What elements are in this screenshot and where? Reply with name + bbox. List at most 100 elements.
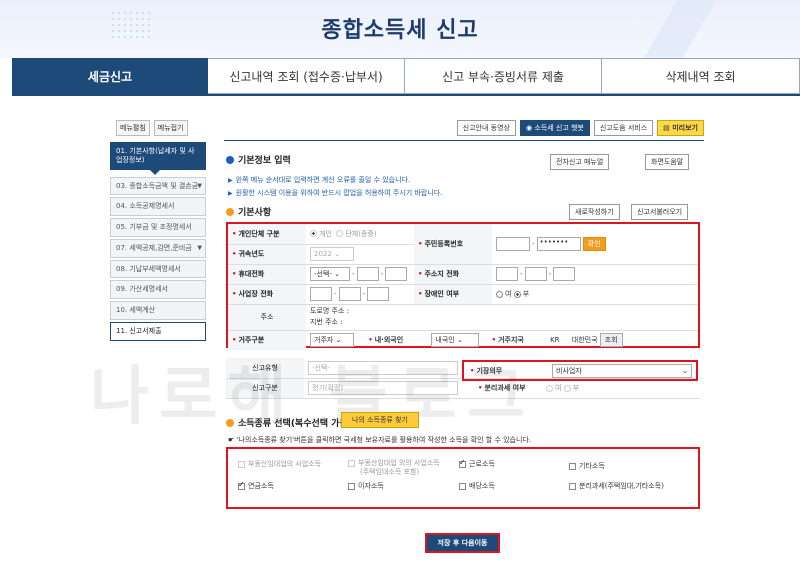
label-home-phone: 주소지 전화: [424, 270, 460, 278]
home-phone-3-input[interactable]: [553, 267, 576, 281]
document-icon: ▤: [663, 124, 673, 132]
country-name: 대한민국: [571, 336, 598, 345]
biz-phone-1-input[interactable]: [310, 287, 332, 301]
sidebar-item-label: 03. 종합소득금액 및 결손금: [116, 181, 199, 190]
tab-tax-report[interactable]: 세금신고: [12, 58, 208, 94]
income-interest[interactable]: 이자소득: [348, 481, 384, 491]
checkbox[interactable]: [348, 482, 355, 490]
home-phone-1-input[interactable]: [496, 267, 518, 281]
checkbox-checked[interactable]: [459, 458, 466, 468]
find-income-button[interactable]: 나의 소득종류 찾기: [341, 412, 419, 428]
label-sep-no: 부: [572, 384, 580, 392]
screen-help-button[interactable]: 화면도움말: [645, 154, 690, 170]
label-yes: 여: [505, 290, 512, 298]
sidebar-item-prepaid[interactable]: 08. 기납부세액명세서: [110, 259, 206, 279]
section-title: 소득종류 선택(복수선택 가능): [238, 419, 352, 429]
radio-disabled-no[interactable]: [513, 290, 521, 298]
income-pension[interactable]: 연금소득: [238, 480, 274, 491]
income-rental[interactable]: 부동산임대업의 사업소득: [238, 459, 321, 469]
income-wage[interactable]: 근로소득: [459, 458, 495, 469]
tab-attachments[interactable]: 신고 부속·증빙서류 제출: [405, 58, 602, 94]
road-address: 도로명 주소 :: [310, 307, 350, 315]
label-disabled: 장애인 여부: [424, 290, 460, 298]
guide-video-button[interactable]: 신고안내 동영상: [456, 120, 516, 136]
chevron-down-icon: ⌄: [335, 336, 342, 345]
save-next-button[interactable]: 저장 후 다음이동: [425, 533, 500, 553]
sidebar-item-label: 07. 세액공제,감면,준비금: [116, 243, 192, 252]
preview-button[interactable]: ▤ 미리보기: [657, 120, 704, 136]
notice-2: ▶ 원활한 시스템 이용을 위하여 반드시 팝업을 허용하여 주시기 바랍니다.: [228, 188, 442, 198]
biz-phone-3-input[interactable]: [367, 287, 390, 301]
mobile-prefix-select[interactable]: -선택- ⌄: [310, 267, 350, 281]
income-label: 배당소득: [469, 482, 495, 490]
income-label: 부동산임대업의 사업소득: [248, 460, 322, 468]
sidebar-item-label: 08. 기납부세액명세서: [116, 264, 181, 273]
country-lookup-button[interactable]: 조회: [599, 333, 623, 348]
tab-report-history[interactable]: 신고내역 조회 (접수증·납부서): [208, 58, 405, 94]
income-sublabel: (주택임대소득 포함): [360, 468, 420, 476]
radio-group[interactable]: [336, 230, 344, 238]
rrn-first-input[interactable]: [496, 236, 530, 251]
sidebar-item-income[interactable]: 03. 종합소득금액 및 결손금 ▼: [110, 176, 206, 196]
mobile-last-input[interactable]: [385, 267, 408, 281]
radio-individual[interactable]: [310, 230, 317, 238]
sidebar-item-penalty[interactable]: 09. 가산세명세서: [110, 280, 206, 299]
menu-collapse-button[interactable]: 메뉴접기: [153, 120, 188, 136]
tab-underline: [12, 94, 800, 96]
bullet-icon: [226, 155, 234, 164]
bookkeeping-select[interactable]: 비사업자 ⌄: [552, 364, 692, 378]
notice-1: ▶ 왼쪽 메뉴 순서대로 입력하면 계산 오류를 줄일 수 있습니다.: [228, 175, 410, 185]
income-separate[interactable]: 분리과세(주택임대,기타소득): [569, 481, 664, 491]
label-sep-yes: 여: [555, 384, 562, 392]
new-write-button[interactable]: 새로작성하기: [569, 204, 620, 220]
label-address: 주소: [260, 313, 274, 321]
sidebar-item-credit[interactable]: 07. 세액공제,감면,준비금 ▼: [110, 238, 206, 258]
income-note: ☛ '나의소득종류 찾기'버튼을 클릭하면 국세청 보유자료를 활용하여 작성한…: [228, 435, 531, 445]
label-country: 거주지국: [498, 336, 524, 345]
radio-disabled-yes[interactable]: [496, 290, 503, 298]
bullet-icon: [226, 207, 234, 216]
nationality-value: 내국인: [435, 336, 455, 345]
checkbox[interactable]: [348, 459, 355, 467]
sidebar-item-label: 09. 가산세명세서: [116, 285, 168, 294]
checkbox[interactable]: [459, 482, 466, 490]
checkbox[interactable]: [569, 482, 576, 490]
income-label: 분리과세(주택임대,기타소득): [579, 482, 664, 490]
lot-address: 지번 주소 :: [310, 318, 343, 326]
section-title: 기본정보 입력: [238, 156, 291, 166]
bookkeeping-value: 비사업자: [556, 367, 582, 375]
header-banner: 종합소득세 신고: [0, 0, 800, 58]
tab-deleted-history[interactable]: 삭제내역 조회: [602, 58, 800, 94]
radio-separate-no[interactable]: [563, 384, 571, 392]
help-service-button[interactable]: 신고도움 서비스: [593, 120, 654, 136]
year-value: 2022: [314, 250, 332, 258]
biz-phone-2-input[interactable]: [338, 287, 361, 301]
label-person-type: 개인단체 구분: [238, 229, 280, 238]
sidebar-pointer-icon: [150, 169, 160, 175]
income-dividend[interactable]: 배당소득: [459, 481, 495, 491]
home-phone-2-input[interactable]: [524, 267, 547, 281]
income-label: 부동산임대업 외의 사업소득: [358, 459, 440, 467]
sidebar-item-basic[interactable]: 01. 기본사항(납세자 및 사업장정보): [110, 142, 206, 170]
income-other[interactable]: 기타소득: [569, 461, 605, 471]
income-label: 이자소득: [358, 482, 384, 490]
chatbot-button[interactable]: ◉ 소득세 신고 챗봇: [519, 120, 590, 136]
checkbox[interactable]: [569, 462, 576, 470]
income-business[interactable]: 부동산임대업 외의 사업소득 (주택임대소득 포함): [348, 459, 440, 477]
sidebar-item-deduction[interactable]: 04. 소득공제명세서: [110, 197, 206, 216]
sidebar-item-submit[interactable]: 11. 신고서제출: [110, 321, 206, 341]
rrn-second-input[interactable]: •••••••: [536, 236, 581, 251]
load-report-button[interactable]: 신고서불러오기: [631, 204, 689, 220]
sidebar-item-tax-calc[interactable]: 10. 세액계산: [110, 301, 206, 320]
menu-expand-button[interactable]: 메뉴펼침: [116, 120, 150, 136]
checkbox[interactable]: [238, 460, 245, 468]
radio-separate-yes[interactable]: [546, 384, 553, 392]
sidebar-item-label: 10. 세액계산: [116, 306, 156, 314]
checkbox-checked[interactable]: [238, 480, 245, 490]
manual-button[interactable]: 전자신고 매뉴얼: [550, 154, 610, 170]
year-select[interactable]: 2022 ⌄: [310, 247, 354, 261]
mobile-mid-input[interactable]: [356, 267, 379, 281]
verify-button[interactable]: 확인: [582, 236, 606, 251]
sidebar-item-donation[interactable]: 05. 기부금 및 조정명세서: [110, 218, 206, 237]
label-residence: 거주구분: [238, 336, 265, 345]
